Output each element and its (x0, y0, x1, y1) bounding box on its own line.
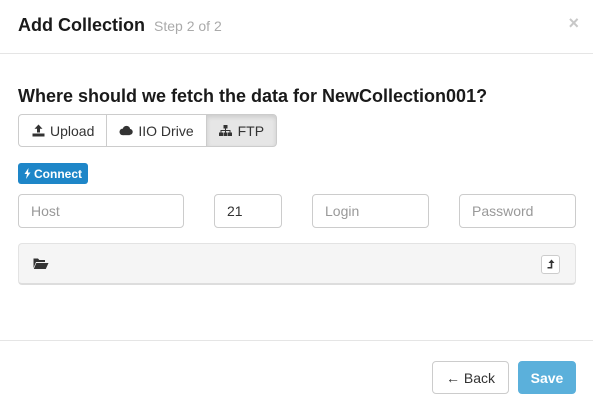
upload-icon (31, 124, 45, 138)
collection-name: NewCollection001 (322, 86, 477, 106)
cloud-icon (119, 124, 134, 138)
iio-drive-source-button[interactable]: IIO Drive (106, 114, 207, 147)
save-button[interactable]: Save (518, 361, 576, 394)
upload-source-button[interactable]: Upload (18, 114, 108, 147)
ftp-source-button[interactable]: FTP (205, 114, 278, 147)
close-icon[interactable]: × (568, 14, 579, 32)
connect-label: Connect (34, 166, 82, 181)
password-input[interactable] (459, 194, 576, 228)
modal-title-text: Add Collection (18, 15, 145, 35)
source-button-group: Upload IIO Drive FTP (18, 114, 278, 147)
iio-drive-source-label: IIO Drive (138, 122, 194, 139)
upload-source-label: Upload (50, 122, 95, 139)
fetch-question: Where should we fetch the data for NewCo… (18, 86, 487, 107)
add-collection-modal: Add Collection Step 2 of 2 × Where shoul… (0, 0, 593, 410)
parent-directory-button[interactable] (541, 255, 560, 274)
folder-open-icon[interactable] (33, 257, 49, 270)
sitemap-icon (219, 124, 233, 138)
ftp-browser-bar (18, 243, 576, 285)
bolt-icon (24, 168, 31, 179)
back-button[interactable]: ← Back (432, 361, 509, 394)
question-prefix: Where should we fetch the data for (18, 86, 323, 106)
login-input[interactable] (312, 194, 429, 228)
ftp-source-label: FTP (237, 122, 265, 139)
modal-header: Add Collection Step 2 of 2 × (0, 0, 593, 54)
modal-title: Add Collection Step 2 of 2 (18, 15, 222, 36)
modal-footer: ← Back Save (0, 340, 593, 410)
host-input[interactable] (18, 194, 184, 228)
port-input[interactable] (214, 194, 282, 228)
question-suffix: ? (476, 86, 488, 106)
step-indicator: Step 2 of 2 (154, 18, 222, 34)
level-up-icon (547, 259, 555, 269)
connect-button[interactable]: Connect (18, 163, 88, 184)
